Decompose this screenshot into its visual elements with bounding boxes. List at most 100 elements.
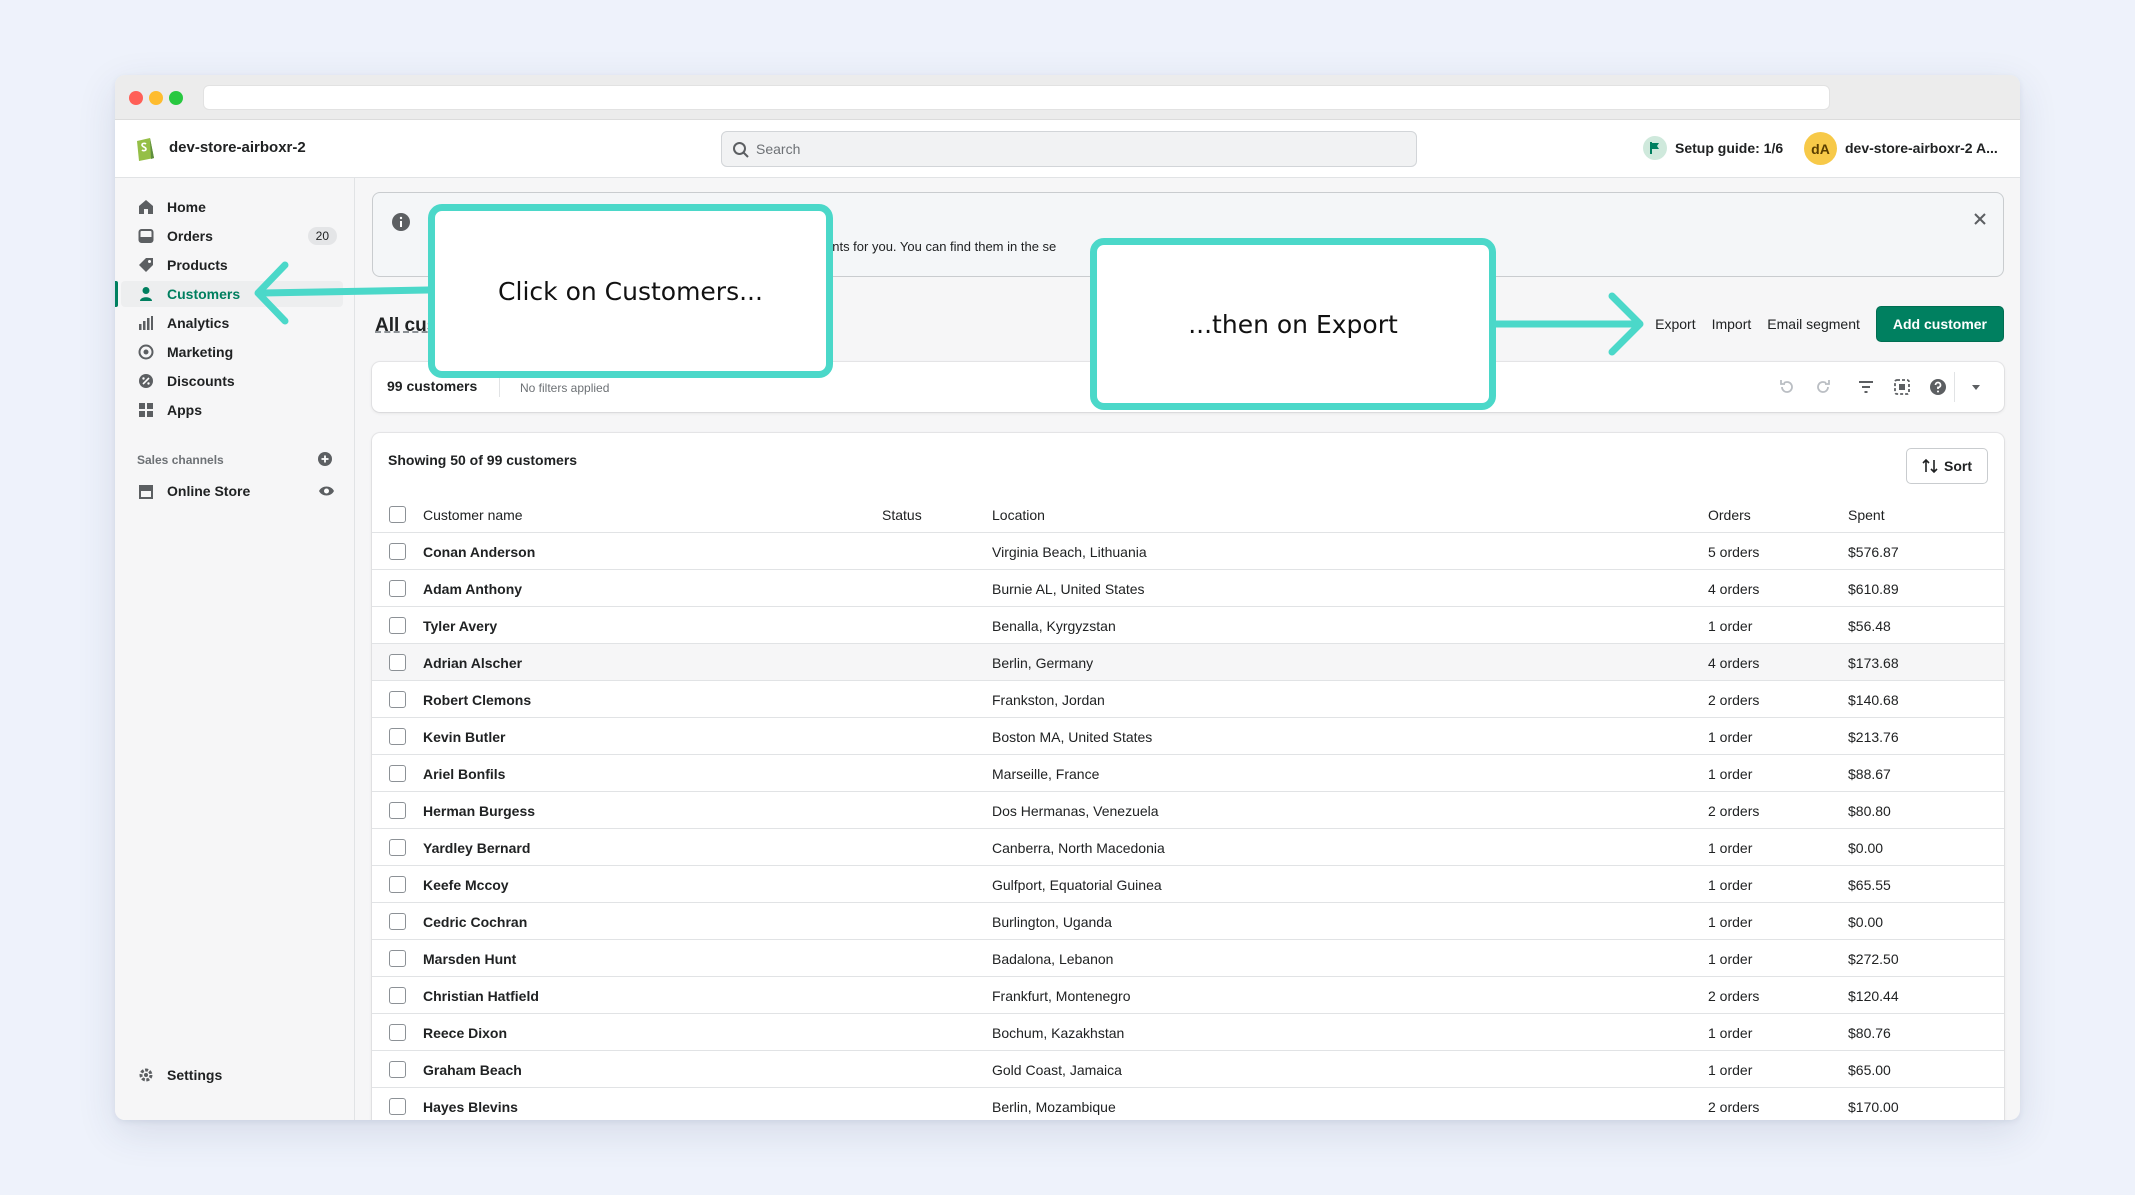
row-checkbox[interactable] bbox=[389, 876, 406, 893]
customer-name[interactable]: Herman Burgess bbox=[423, 803, 535, 819]
table-row[interactable]: Kevin Butler Boston MA, United States 1 or… bbox=[372, 718, 2004, 755]
row-checkbox[interactable] bbox=[389, 543, 406, 560]
sidebar-item-online-store[interactable]: Online Store bbox=[121, 478, 343, 504]
row-checkbox[interactable] bbox=[389, 987, 406, 1004]
customer-location: Bochum, Kazakhstan bbox=[992, 1025, 1125, 1041]
table-body: Conan Anderson Virginia Beach, Lithuania 5… bbox=[372, 533, 2004, 1120]
column-header-status[interactable]: Status bbox=[882, 507, 922, 523]
table-row[interactable]: Reece Dixon Bochum, Kazakhstan 1 order $80.… bbox=[372, 1014, 2004, 1051]
sidebar-item-label: Products bbox=[167, 257, 228, 273]
customer-name[interactable]: Ariel Bonfils bbox=[423, 766, 505, 782]
shopify-logo-icon[interactable] bbox=[133, 134, 157, 162]
column-header-location[interactable]: Location bbox=[992, 507, 1045, 523]
row-checkbox[interactable] bbox=[389, 1098, 406, 1115]
add-channel-icon[interactable] bbox=[317, 451, 333, 467]
customer-orders: 5 orders bbox=[1708, 544, 1760, 560]
divider bbox=[499, 377, 500, 397]
sort-button[interactable]: Sort bbox=[1906, 448, 1988, 484]
sidebar-item-analytics[interactable]: Analytics bbox=[121, 310, 343, 336]
filters-status: No filters applied bbox=[520, 381, 610, 395]
customer-name[interactable]: Reece Dixon bbox=[423, 1025, 507, 1041]
customer-name[interactable]: Adrian Alscher bbox=[423, 655, 522, 671]
table-row[interactable]: Cedric Cochran Burlington, Uganda 1 order $… bbox=[372, 903, 2004, 940]
sidebar-item-products[interactable]: Products bbox=[121, 252, 343, 278]
select-all-checkbox[interactable] bbox=[389, 506, 406, 523]
customer-name[interactable]: Keefe Mccoy bbox=[423, 877, 509, 893]
customer-name[interactable]: Robert Clemons bbox=[423, 692, 531, 708]
sidebar-item-home[interactable]: Home bbox=[121, 194, 343, 220]
close-window-button[interactable] bbox=[129, 91, 143, 105]
customer-name[interactable]: Yardley Bernard bbox=[423, 840, 530, 856]
sidebar-item-label: Home bbox=[167, 199, 206, 215]
export-button[interactable]: Export bbox=[1655, 316, 1695, 332]
sidebar-item-customers[interactable]: Customers bbox=[115, 281, 343, 307]
close-icon[interactable] bbox=[1973, 212, 1987, 226]
chevron-down-icon[interactable] bbox=[1966, 377, 1986, 397]
table-row[interactable]: Christian Hatfield Frankfurt, Montenegro 2… bbox=[372, 977, 2004, 1014]
sidebar-item-marketing[interactable]: Marketing bbox=[121, 339, 343, 365]
orders-icon bbox=[135, 228, 157, 244]
row-checkbox[interactable] bbox=[389, 691, 406, 708]
sidebar-item-discounts[interactable]: Discounts bbox=[121, 368, 343, 394]
minimize-window-button[interactable] bbox=[149, 91, 163, 105]
eye-icon[interactable] bbox=[318, 483, 335, 499]
row-checkbox[interactable] bbox=[389, 839, 406, 856]
row-checkbox[interactable] bbox=[389, 802, 406, 819]
url-bar[interactable] bbox=[203, 85, 1830, 110]
search-bar[interactable] bbox=[721, 131, 1417, 167]
account-name[interactable]: dev-store-airboxr-2 A... bbox=[1845, 140, 1998, 156]
table-row[interactable]: Herman Burgess Dos Hermanas, Venezuela 2 o… bbox=[372, 792, 2004, 829]
email-segment-button[interactable]: Email segment bbox=[1767, 316, 1860, 332]
filter-icon[interactable] bbox=[1856, 377, 1876, 397]
help-icon[interactable] bbox=[1928, 377, 1948, 397]
row-checkbox[interactable] bbox=[389, 913, 406, 930]
column-header-orders[interactable]: Orders bbox=[1708, 507, 1751, 523]
table-row[interactable]: Adrian Alscher Berlin, Germany 4 orders $17… bbox=[372, 644, 2004, 681]
avatar[interactable]: dA bbox=[1804, 132, 1837, 165]
row-checkbox[interactable] bbox=[389, 728, 406, 745]
columns-icon[interactable] bbox=[1892, 377, 1912, 397]
store-name[interactable]: dev-store-airboxr-2 bbox=[169, 139, 306, 156]
table-row[interactable]: Hayes Blevins Berlin, Mozambique 2 orders $… bbox=[372, 1088, 2004, 1120]
customer-location: Marseille, France bbox=[992, 766, 1100, 782]
table-row[interactable]: Ariel Bonfils Marseille, France 1 order $88… bbox=[372, 755, 2004, 792]
table-row[interactable]: Keefe Mccoy Gulfport, Equatorial Guinea 1 … bbox=[372, 866, 2004, 903]
maximize-window-button[interactable] bbox=[169, 91, 183, 105]
customer-name[interactable]: Christian Hatfield bbox=[423, 988, 539, 1004]
customer-name[interactable]: Marsden Hunt bbox=[423, 951, 516, 967]
search-input[interactable] bbox=[756, 132, 1396, 166]
customer-name[interactable]: Graham Beach bbox=[423, 1062, 522, 1078]
column-header-spent[interactable]: Spent bbox=[1848, 507, 1885, 523]
sidebar-item-apps[interactable]: Apps bbox=[121, 397, 343, 423]
customer-orders: 2 orders bbox=[1708, 1099, 1760, 1115]
row-checkbox[interactable] bbox=[389, 580, 406, 597]
setup-guide[interactable]: Setup guide: 1/6 bbox=[1643, 136, 1783, 160]
redo-icon[interactable] bbox=[1813, 377, 1833, 397]
undo-icon[interactable] bbox=[1777, 377, 1797, 397]
import-button[interactable]: Import bbox=[1712, 316, 1752, 332]
table-row[interactable]: Conan Anderson Virginia Beach, Lithuania 5… bbox=[372, 533, 2004, 570]
sidebar-item-orders[interactable]: Orders 20 bbox=[121, 223, 343, 249]
row-checkbox[interactable] bbox=[389, 1024, 406, 1041]
table-row[interactable]: Yardley Bernard Canberra, North Macedonia… bbox=[372, 829, 2004, 866]
row-checkbox[interactable] bbox=[389, 1061, 406, 1078]
customer-name[interactable]: Cedric Cochran bbox=[423, 914, 527, 930]
customer-name[interactable]: Adam Anthony bbox=[423, 581, 522, 597]
row-checkbox[interactable] bbox=[389, 617, 406, 634]
row-checkbox[interactable] bbox=[389, 765, 406, 782]
add-customer-button[interactable]: Add customer bbox=[1875, 306, 2004, 342]
table-row[interactable]: Graham Beach Gold Coast, Jamaica 1 order $6… bbox=[372, 1051, 2004, 1088]
table-row[interactable]: Tyler Avery Benalla, Kyrgyzstan 1 order $56… bbox=[372, 607, 2004, 644]
customer-name[interactable]: Kevin Butler bbox=[423, 729, 505, 745]
sidebar-item-settings[interactable]: Settings bbox=[121, 1062, 343, 1088]
row-checkbox[interactable] bbox=[389, 950, 406, 967]
customer-name[interactable]: Conan Anderson bbox=[423, 544, 535, 560]
customer-location: Badalona, Lebanon bbox=[992, 951, 1114, 967]
table-row[interactable]: Marsden Hunt Badalona, Lebanon 1 order $272… bbox=[372, 940, 2004, 977]
table-row[interactable]: Adam Anthony Burnie AL, United States 4 or… bbox=[372, 570, 2004, 607]
customer-name[interactable]: Tyler Avery bbox=[423, 618, 497, 634]
customer-name[interactable]: Hayes Blevins bbox=[423, 1099, 518, 1115]
table-row[interactable]: Robert Clemons Frankston, Jordan 2 orders $… bbox=[372, 681, 2004, 718]
column-header-name[interactable]: Customer name bbox=[423, 507, 523, 523]
row-checkbox[interactable] bbox=[389, 654, 406, 671]
